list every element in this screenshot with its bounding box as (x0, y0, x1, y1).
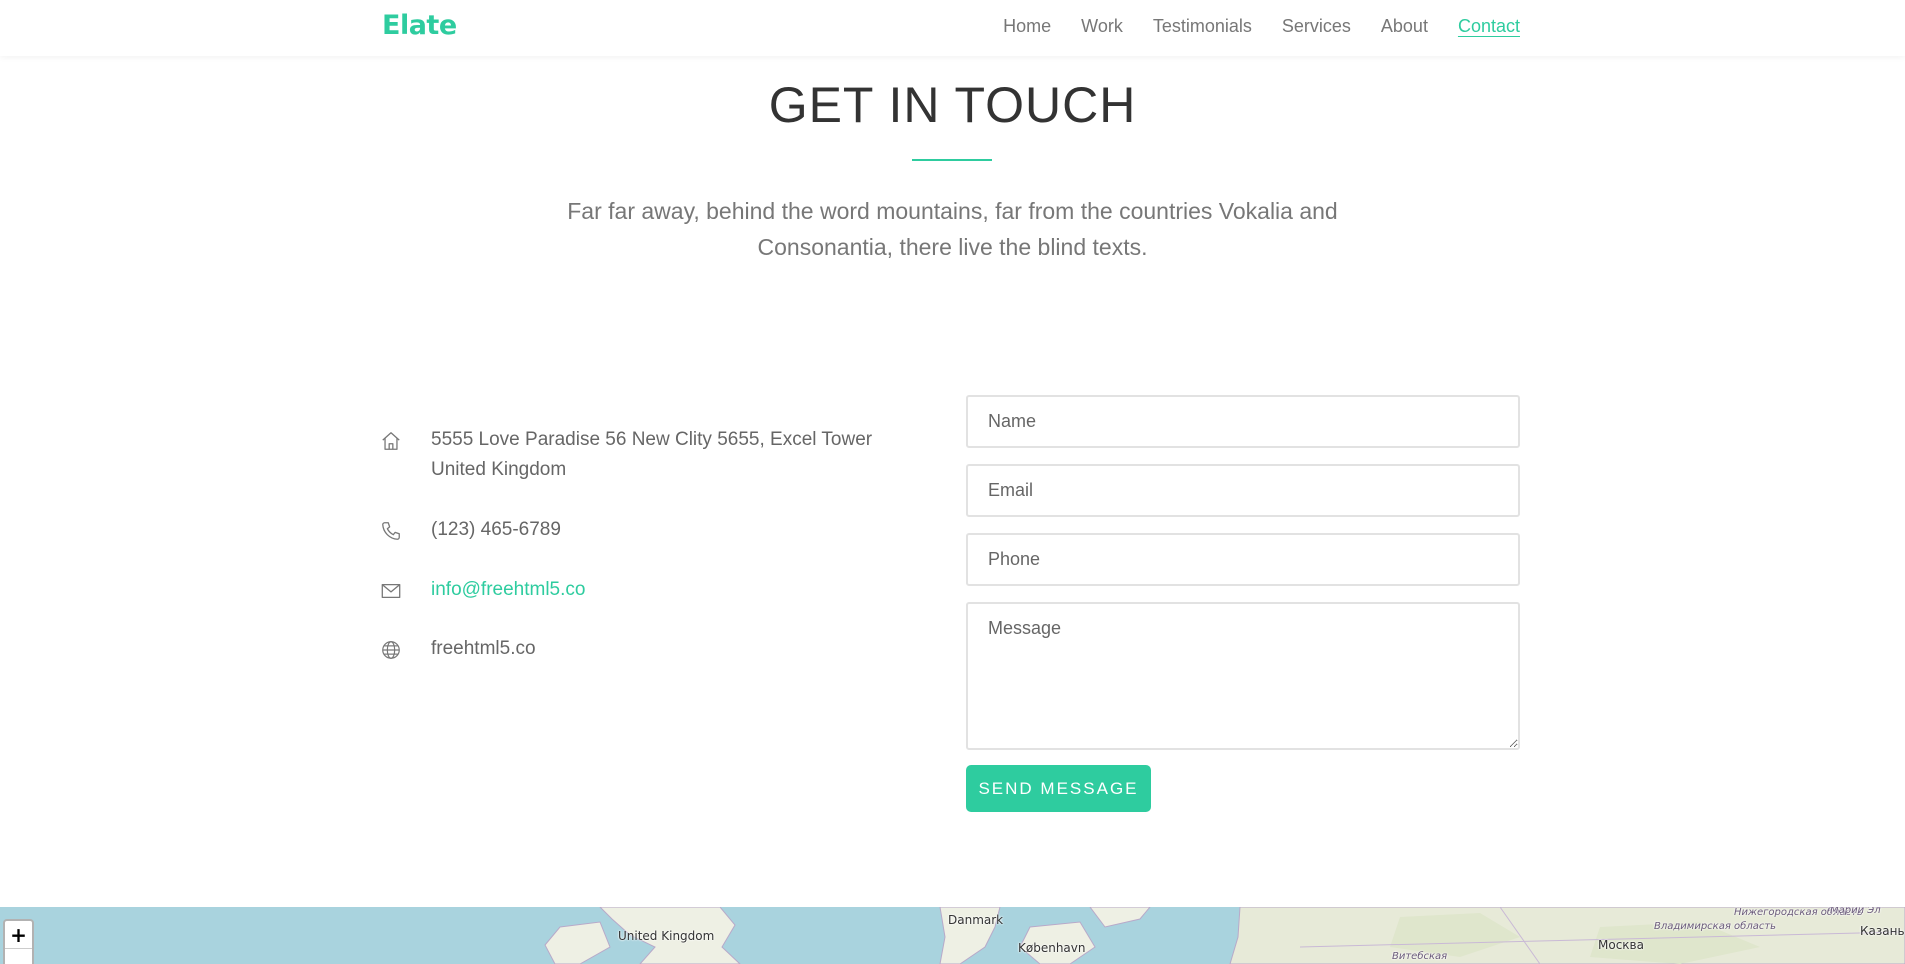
map-label-uk: United Kingdom (618, 929, 715, 943)
nav-link-about[interactable]: About (1381, 16, 1428, 37)
phone-icon (380, 520, 402, 542)
name-input[interactable] (966, 395, 1520, 448)
nav-link-work[interactable]: Work (1081, 16, 1123, 37)
map-label-denmark: Danmark (948, 913, 1004, 927)
email-input[interactable] (966, 464, 1520, 517)
map[interactable]: United Kingdom Danmark København Москва … (0, 907, 1905, 964)
map-label-vitebsk: Витебская (1392, 951, 1448, 962)
phone-text: (123) 465-6789 (431, 519, 561, 540)
section-title: GET IN TOUCH (768, 77, 1137, 133)
zoom-in-button[interactable]: + (5, 921, 32, 949)
map-label-kazan: Казань (1860, 924, 1905, 938)
nav-link-testimonials[interactable]: Testimonials (1153, 16, 1252, 37)
nav-link-home[interactable]: Home (1003, 16, 1051, 37)
mail-icon (380, 580, 402, 602)
contact-email: info@freehtml5.co (380, 575, 585, 602)
message-textarea[interactable] (966, 602, 1520, 750)
email-link[interactable]: info@freehtml5.co (431, 575, 911, 605)
map-label-kobenhavn: København (1018, 941, 1086, 955)
home-icon (380, 430, 402, 452)
title-divider (912, 159, 992, 161)
map-zoom-control: + (3, 919, 34, 964)
address-text: 5555 Love Paradise 56 New Clity 5655, Ex… (431, 429, 873, 480)
navbar: Elate Home Work Testimonials Services Ab… (0, 0, 1905, 56)
send-message-button[interactable]: SEND MESSAGE (966, 765, 1151, 812)
phone-input[interactable] (966, 533, 1520, 586)
brand-logo[interactable]: Elate (382, 10, 457, 41)
contact-phone: (123) 465-6789 (380, 515, 561, 542)
nav-link-services[interactable]: Services (1282, 16, 1351, 37)
map-label-mari-el: Марий Эл (1830, 907, 1881, 916)
map-label-moskva: Москва (1598, 938, 1644, 952)
map-label-vladimir: Владимирская область (1654, 921, 1777, 932)
section-intro: Far far away, behind the word mountains,… (567, 198, 1338, 260)
nav-menu: Home Work Testimonials Services About Co… (1003, 16, 1520, 37)
globe-icon (380, 639, 402, 661)
contact-website: freehtml5.co (380, 634, 536, 661)
website-text: freehtml5.co (431, 638, 536, 659)
contact-address: 5555 Love Paradise 56 New Clity 5655, Ex… (380, 425, 872, 480)
nav-link-contact[interactable]: Contact (1458, 16, 1520, 37)
